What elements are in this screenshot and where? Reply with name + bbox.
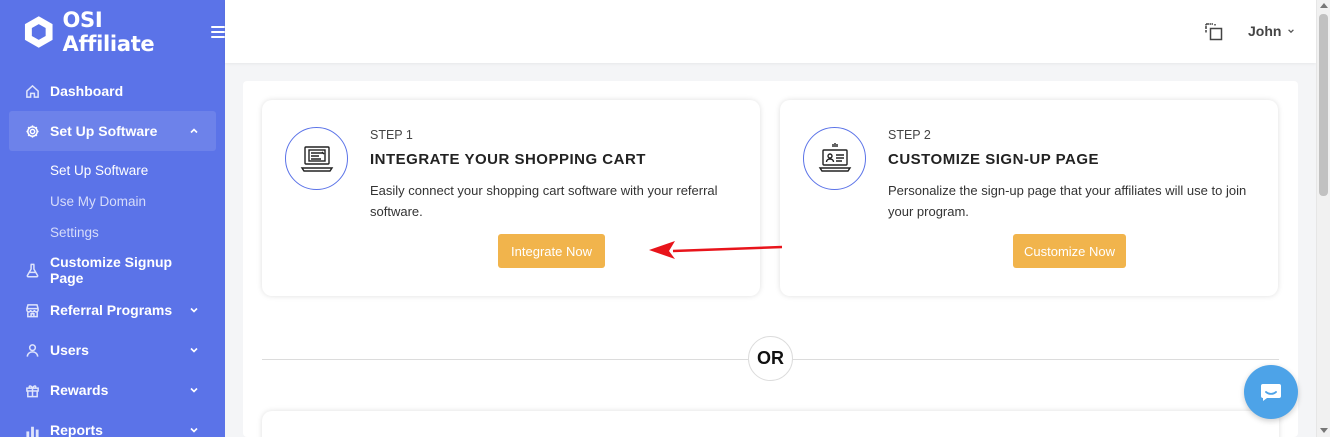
sidebar-item-label: Referral Programs <box>50 302 173 318</box>
step-card-customize: STEP 2 CUSTOMIZE SIGN-UP PAGE Personaliz… <box>780 100 1278 296</box>
gear-icon <box>24 123 40 139</box>
step-card-integrate: STEP 1 INTEGRATE YOUR SHOPPING CART Easi… <box>262 100 760 296</box>
page-scrollbar[interactable] <box>1316 0 1330 437</box>
integrate-now-button[interactable]: Integrate Now <box>498 234 605 268</box>
laptop-cart-icon <box>285 127 348 190</box>
user-icon <box>24 342 40 358</box>
scroll-thumb[interactable] <box>1319 14 1328 196</box>
sidebar-item-label: Rewards <box>50 382 109 398</box>
laptop-profile-icon <box>803 127 866 190</box>
submenu-item-settings[interactable]: Settings <box>50 217 225 248</box>
submenu-item-use-my-domain[interactable]: Use My Domain <box>50 186 225 217</box>
user-name: John <box>1248 23 1282 39</box>
sidebar-item-label: Dashboard <box>50 83 124 99</box>
or-divider-label: OR <box>748 336 793 381</box>
submenu-set-up-software: Set Up Software Use My Domain Settings <box>0 151 225 250</box>
chat-icon <box>1261 384 1281 401</box>
sidebar-item-rewards[interactable]: Rewards <box>0 370 225 410</box>
chevron-down-icon <box>190 427 198 433</box>
step-title: INTEGRATE YOUR SHOPPING CART <box>370 151 646 168</box>
sidebar-item-label: Set Up Software <box>50 123 158 139</box>
step-description: Personalize the sign-up page that your a… <box>888 183 1247 219</box>
chevron-up-icon <box>190 128 198 134</box>
store-icon <box>24 302 40 318</box>
sidebar-item-users[interactable]: Users <box>0 330 225 370</box>
step-title: CUSTOMIZE SIGN-UP PAGE <box>888 151 1100 168</box>
top-header: John <box>225 0 1316 63</box>
sidebar-item-label: Users <box>50 342 89 358</box>
customize-now-button[interactable]: Customize Now <box>1013 234 1126 268</box>
sidebar-item-dashboard[interactable]: Dashboard <box>0 71 225 111</box>
chevron-down-icon <box>190 387 198 393</box>
scroll-down-arrow-icon[interactable] <box>1320 428 1328 433</box>
annotation-arrow-icon <box>649 241 783 259</box>
lower-card <box>262 411 1279 437</box>
fullscreen-icon[interactable] <box>1204 22 1224 42</box>
step-label: STEP 1 <box>370 128 413 142</box>
sidebar-item-reports[interactable]: Reports <box>0 410 225 437</box>
home-icon <box>24 83 40 99</box>
chevron-down-icon <box>190 307 198 313</box>
brand: OSI Affiliate <box>0 0 226 64</box>
step-label: STEP 2 <box>888 128 931 142</box>
logo-icon <box>24 16 53 48</box>
sidebar-item-label: Reports <box>50 422 103 437</box>
chevron-down-icon <box>1288 29 1295 34</box>
sidebar-item-label: Customize Signup Page <box>50 254 173 286</box>
sidebar: OSI Affiliate Dashboard Set Up Software … <box>0 0 226 437</box>
scroll-up-arrow-icon[interactable] <box>1320 3 1328 8</box>
sidebar-item-set-up-software[interactable]: Set Up Software <box>9 111 216 151</box>
app-name: OSI Affiliate <box>62 8 155 56</box>
sidebar-nav: Dashboard Set Up Software Set Up Softwar… <box>0 71 225 437</box>
menu-toggle-icon[interactable] <box>211 26 226 38</box>
step-description: Easily connect your shopping cart softwa… <box>370 183 718 219</box>
chevron-down-icon <box>190 347 198 353</box>
submenu-item-set-up-software[interactable]: Set Up Software <box>50 155 225 186</box>
sidebar-item-customize-signup-page[interactable]: Customize Signup Page <box>0 250 225 290</box>
flask-icon <box>24 262 40 278</box>
gift-icon <box>24 382 40 398</box>
user-menu[interactable]: John <box>1248 23 1295 39</box>
chat-widget-button[interactable] <box>1244 365 1298 419</box>
sidebar-item-referral-programs[interactable]: Referral Programs <box>0 290 225 330</box>
bar-chart-icon <box>24 422 40 437</box>
